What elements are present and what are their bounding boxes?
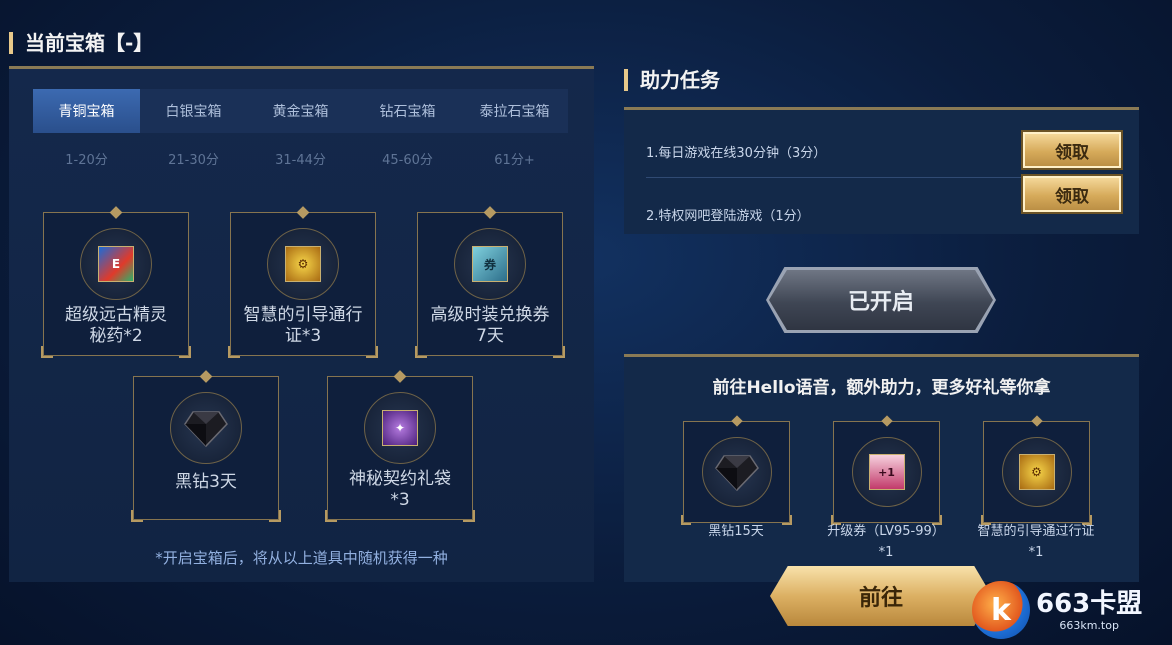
tab-bronze-chest[interactable]: 青铜宝箱 — [33, 89, 140, 133]
icon-ring: ⚙ — [267, 228, 339, 300]
item-label: 高级时装兑换券 7天 — [430, 305, 550, 346]
current-chest-title: 当前宝箱【-】 — [9, 32, 153, 54]
icon-ring: ✦ — [364, 392, 436, 464]
card-notch — [880, 415, 893, 427]
assist-task-title: 助力任务 — [624, 69, 720, 91]
item-label: 超级远古精灵 秘药*2 — [65, 305, 167, 346]
task-row: 1.每日游戏在线30分钟（3分） 领取 — [646, 126, 1123, 178]
card-notch — [1030, 415, 1043, 427]
watermark-name: 663卡盟 — [1036, 588, 1143, 619]
icon-ring — [170, 392, 242, 464]
icon-ring: ⚙ — [1001, 437, 1072, 507]
tab-silver-chest[interactable]: 白银宝箱 — [140, 89, 247, 133]
icon-ring: E — [80, 228, 152, 300]
task-panel: 1.每日游戏在线30分钟（3分） 领取 2.特权网吧登陆游戏（1分） 领取 — [624, 107, 1139, 234]
hello-item-label: 黑钻15天 — [708, 524, 764, 539]
icon-ring: 券 — [454, 228, 526, 300]
card-notch — [296, 206, 310, 219]
reward-card-gift-bag[interactable]: ✦ 神秘契约礼袋 *3 — [325, 370, 475, 522]
item-label: 神秘契约礼袋 *3 — [349, 469, 451, 510]
potion-icon: E — [98, 246, 134, 282]
task-text: 1.每日游戏在线30分钟（3分） — [646, 146, 827, 161]
card-notch — [483, 206, 497, 219]
pass-icon: ⚙ — [1018, 454, 1055, 490]
tab-diamond-chest[interactable]: 钻石宝箱 — [354, 89, 461, 133]
item-label: 黑钻3天 — [175, 472, 237, 492]
reward-card-black-diamond[interactable]: 黑钻3天 — [131, 370, 281, 522]
claim-button[interactable]: 领取 — [1021, 130, 1123, 170]
hello-item-label: 智慧的引导通过行证 *1 — [977, 524, 1095, 560]
black-diamond-icon — [184, 411, 228, 448]
black-diamond-icon — [714, 455, 759, 492]
claim-button[interactable]: 领取 — [1021, 174, 1123, 214]
chest-panel: 青铜宝箱 白银宝箱 黄金宝箱 钻石宝箱 泰拉石宝箱 1-20分 21-30分 3… — [9, 66, 594, 582]
hello-item-label: 升级券（LV95-99） *1 — [827, 524, 945, 560]
hello-title: 前往Hello语音，额外助力，更多好礼等你拿 — [712, 378, 1051, 398]
chest-note: *开启宝箱后，将从以上道具中随机获得一种 — [155, 549, 448, 567]
card-notch — [109, 206, 123, 219]
hello-reward-level-ticket[interactable]: +1 — [831, 415, 942, 525]
coupon-icon: 券 — [472, 246, 508, 282]
icon-ring — [701, 437, 772, 507]
opened-button[interactable]: 已开启 — [769, 270, 993, 330]
watermark: k 663卡盟 663km.top — [972, 578, 1167, 642]
task-text: 2.特权网吧登陆游戏（1分） — [646, 208, 810, 224]
range-label: 31-44分 — [275, 153, 326, 168]
card-notch — [730, 415, 743, 427]
reward-card-pass[interactable]: ⚙ 智慧的引导通行 证*3 — [228, 206, 378, 358]
go-button[interactable]: 前往 — [770, 566, 992, 626]
range-label: 45-60分 — [382, 153, 433, 168]
level-ticket-icon: +1 — [868, 454, 905, 490]
reward-card-coupon[interactable]: 券 高级时装兑换券 7天 — [415, 206, 565, 358]
task-row: 2.特权网吧登陆游戏（1分） 领取 — [646, 174, 1123, 240]
hello-reward-pass[interactable]: ⚙ — [981, 415, 1092, 525]
hello-panel: 前往Hello语音，额外助力，更多好礼等你拿 黑钻15天 +1 升级券（LV95… — [624, 354, 1139, 582]
watermark-url: 663km.top — [1059, 618, 1119, 632]
range-label: 61分+ — [494, 153, 535, 168]
score-ranges: 1-20分 21-30分 31-44分 45-60分 61分+ — [33, 149, 568, 168]
card-notch — [393, 370, 407, 383]
item-label: 智慧的引导通行 证*3 — [243, 305, 363, 346]
hello-reward-black-diamond[interactable] — [681, 415, 792, 525]
chest-tabs: 青铜宝箱 白银宝箱 黄金宝箱 钻石宝箱 泰拉石宝箱 — [33, 89, 568, 133]
range-label: 21-30分 — [168, 153, 219, 168]
range-label: 1-20分 — [65, 153, 108, 168]
site-logo-icon: k — [972, 581, 1030, 639]
card-notch — [199, 370, 213, 383]
pass-icon: ⚙ — [285, 246, 321, 282]
icon-ring: +1 — [851, 437, 922, 507]
tab-terra-chest[interactable]: 泰拉石宝箱 — [461, 89, 568, 133]
reward-card-potion[interactable]: E 超级远古精灵 秘药*2 — [41, 206, 191, 358]
tab-gold-chest[interactable]: 黄金宝箱 — [247, 89, 354, 133]
gift-bag-icon: ✦ — [382, 410, 418, 446]
